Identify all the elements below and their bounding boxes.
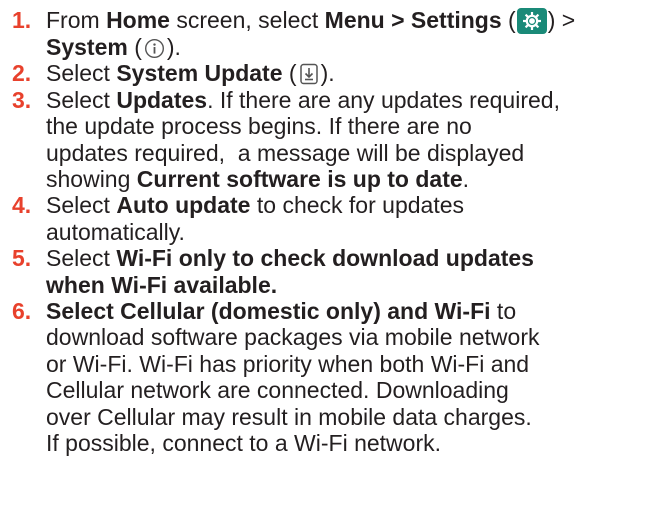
- text: . If there are any updates required,: [207, 86, 560, 113]
- step-line: showing Current software is up to date.: [46, 166, 652, 192]
- text: Select: [46, 245, 117, 272]
- step-number: 1.: [12, 7, 32, 33]
- home-label: Home: [106, 7, 170, 33]
- step-line: over Cellular may result in mobile data …: [46, 403, 532, 430]
- text: Select: [46, 86, 117, 113]
- step-1: 1. From Home screen, select Menu > Setti…: [12, 7, 652, 60]
- step-number: 3.: [12, 86, 32, 113]
- step-3: 3. Select Updates. If there are any upda…: [12, 87, 652, 193]
- system-label: System: [46, 34, 128, 60]
- text: ).: [320, 60, 335, 87]
- step-number: 6.: [12, 298, 32, 325]
- step-line: Select Auto update to check for updates: [46, 192, 652, 218]
- step-line: System ().: [46, 34, 652, 60]
- updates-label: Updates: [116, 86, 208, 113]
- step-line: updates required, a message will be disp…: [46, 139, 525, 166]
- download-icon: [299, 63, 319, 85]
- text: showing: [46, 166, 137, 193]
- auto-update-label: Auto update: [116, 192, 251, 219]
- step-line: If possible, connect to a Wi-Fi network.: [46, 430, 441, 457]
- text: From: [46, 7, 107, 33]
- gear-icon: [516, 8, 547, 34]
- text: Select: [46, 192, 117, 219]
- text: ) >: [547, 7, 576, 33]
- text: screen, select: [169, 7, 325, 33]
- up-to-date-message: Current software is up to date: [136, 166, 463, 193]
- text: to check for updates: [250, 192, 464, 219]
- step-number: 5.: [12, 245, 32, 272]
- step-line: automatically.: [46, 218, 185, 245]
- step-text: Select Auto update to check for updates …: [46, 192, 652, 245]
- step-line: Select Cellular (domestic only) and Wi-F…: [46, 298, 652, 324]
- text: (: [127, 34, 142, 60]
- step-text: Select Updates. If there are any updates…: [46, 87, 652, 193]
- step-line: Select Updates. If there are any updates…: [46, 87, 652, 113]
- step-line: or Wi-Fi. Wi-Fi has priority when both W…: [46, 350, 530, 377]
- info-icon: [144, 38, 165, 59]
- cellular-wifi-label: Select Cellular (domestic only) and Wi-F…: [46, 298, 491, 325]
- text: to: [490, 298, 517, 325]
- step-number: 2.: [12, 60, 32, 87]
- step-text: Select Wi-Fi only to check download upda…: [46, 245, 652, 298]
- system-update-label: System Update: [116, 60, 283, 87]
- step-number: 4.: [12, 192, 32, 219]
- step-text: Select System Update ().: [46, 60, 652, 86]
- text: (: [501, 7, 516, 33]
- text: (: [282, 60, 297, 87]
- wifi-only-label: Wi-Fi only to check download updates: [116, 245, 534, 272]
- step-line: Select Wi-Fi only to check download upda…: [46, 245, 652, 271]
- step-line: From Home screen, select Menu > Settings…: [46, 7, 652, 34]
- step-text: Select Cellular (domestic only) and Wi-F…: [46, 298, 652, 456]
- step-5: 5. Select Wi-Fi only to check download u…: [12, 245, 652, 298]
- step-text: From Home screen, select Menu > Settings…: [46, 7, 652, 60]
- step-6: 6. Select Cellular (domestic only) and W…: [12, 298, 652, 456]
- step-line: Select System Update ().: [46, 60, 652, 86]
- text: Select: [46, 60, 117, 87]
- step-line: the update process begins. If there are …: [46, 113, 472, 140]
- instruction-list: 1. From Home screen, select Menu > Setti…: [12, 7, 652, 457]
- step-line: download software packages via mobile ne…: [46, 324, 540, 351]
- step-line: when Wi-Fi available.: [46, 271, 278, 298]
- step-line: Cellular network are connected. Download…: [46, 377, 509, 404]
- step-2: 2. Select System Update ().: [12, 60, 652, 86]
- menu-settings-label: Menu > Settings: [324, 7, 502, 33]
- text: .: [462, 166, 470, 193]
- text: ).: [166, 34, 181, 60]
- step-4: 4. Select Auto update to check for updat…: [12, 192, 652, 245]
